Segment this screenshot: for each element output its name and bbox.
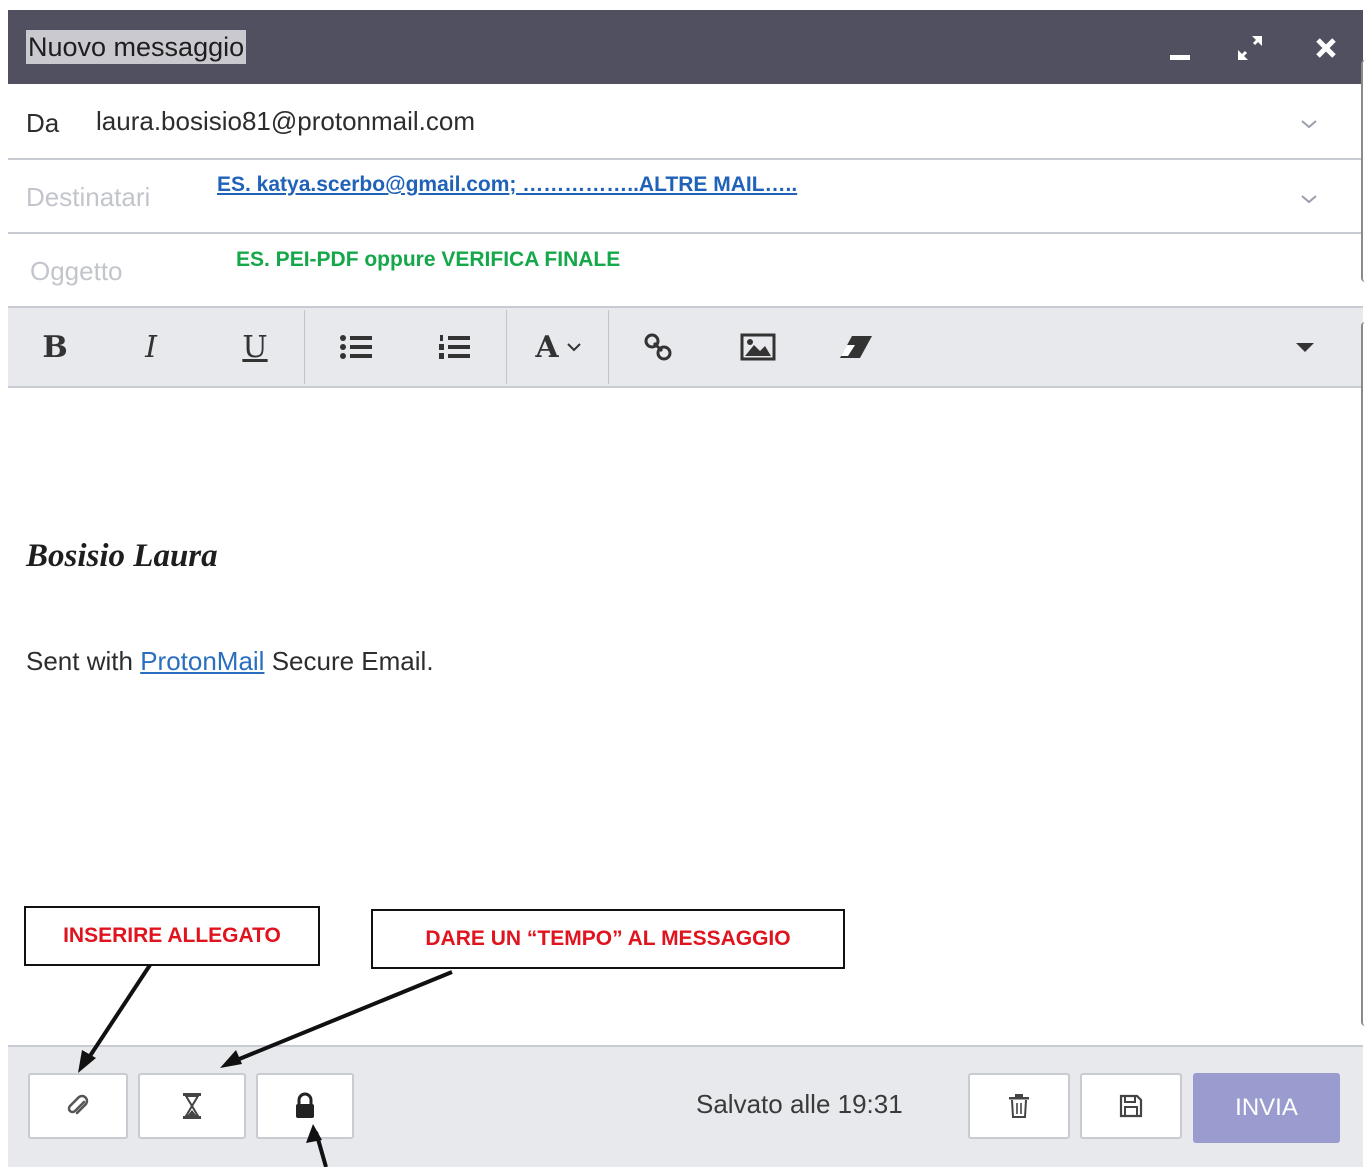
recipients-row[interactable]: Destinatari ES. katya.scerbo@gmail.com; … (8, 160, 1363, 234)
minimize-button[interactable] (1160, 28, 1200, 68)
underline-button[interactable]: U (230, 308, 280, 386)
bold-label: B (42, 329, 68, 365)
minimize-icon (1170, 55, 1190, 60)
composer-footer: Salvato alle 19:31 INVIA (8, 1045, 1363, 1167)
signature-footer: Sent with ProtonMail Secure Email. (26, 646, 434, 677)
expiration-button[interactable] (138, 1073, 246, 1139)
underline-label: U (242, 329, 268, 365)
save-draft-button[interactable] (1080, 1073, 1182, 1139)
timer-callout: DARE UN “TEMPO” AL MESSAGGIO (371, 909, 845, 969)
attachment-callout: INSERIRE ALLEGATO (24, 906, 320, 966)
italic-button[interactable]: I (126, 308, 176, 386)
title-bar: Nuovo messaggio (8, 10, 1363, 84)
image-button[interactable] (736, 308, 780, 386)
font-button[interactable]: A (524, 308, 594, 386)
sent-prefix: Sent with (26, 646, 133, 676)
caret-down-icon (1296, 343, 1314, 352)
from-label: Da (26, 108, 60, 138)
eraser-icon (840, 336, 872, 358)
expand-button[interactable] (1230, 28, 1270, 68)
chevron-down-icon[interactable] (1299, 192, 1319, 206)
close-button[interactable] (1306, 28, 1346, 68)
more-options-button[interactable] (1280, 308, 1330, 386)
delete-draft-button[interactable] (968, 1073, 1070, 1139)
protonmail-link[interactable]: ProtonMail (140, 646, 264, 676)
window-title: Nuovo messaggio (26, 30, 247, 64)
encryption-button[interactable] (256, 1073, 354, 1139)
attachment-button[interactable] (28, 1073, 128, 1139)
clear-formatting-button[interactable] (834, 308, 878, 386)
toolbar-divider (304, 310, 305, 384)
recipients-annotation: ES. katya.scerbo@gmail.com; ……………..ALTRE… (217, 173, 798, 196)
image-icon (740, 333, 776, 361)
close-icon (1316, 38, 1336, 58)
toolbar-divider (608, 310, 609, 384)
floppy-disk-icon (1119, 1094, 1143, 1118)
chevron-down-icon[interactable] (1299, 117, 1319, 131)
subject-row[interactable]: Oggetto ES. PEI-PDF oppure VERIFICA FINA… (8, 234, 1363, 308)
subject-annotation: ES. PEI-PDF oppure VERIFICA FINALE (236, 248, 621, 271)
composer-window: Nuovo messaggio Da laura.bosisio81@proto… (8, 10, 1363, 1167)
scrollbar-lower[interactable] (1361, 322, 1371, 1026)
recipients-placeholder: Destinatari (26, 182, 151, 212)
from-row[interactable]: Da laura.bosisio81@protonmail.com (8, 84, 1363, 160)
hourglass-icon (183, 1093, 201, 1119)
scrollbar-upper[interactable] (1361, 60, 1371, 282)
bold-button[interactable]: B (30, 308, 80, 386)
italic-label: I (145, 329, 157, 365)
paperclip-icon (67, 1094, 89, 1115)
formatting-toolbar: B I U A (8, 308, 1363, 388)
font-label: A (535, 329, 559, 365)
trash-icon (1009, 1094, 1029, 1118)
lock-icon (296, 1092, 314, 1118)
numbered-list-icon (439, 335, 470, 359)
bullet-list-icon (340, 335, 372, 359)
expand-icon (1237, 35, 1263, 61)
toolbar-divider (506, 310, 507, 384)
chevron-down-icon (566, 343, 581, 352)
saved-status: Salvato alle 19:31 (696, 1089, 903, 1119)
send-button[interactable]: INVIA (1193, 1073, 1340, 1143)
link-button[interactable] (636, 308, 680, 386)
subject-placeholder: Oggetto (30, 256, 123, 286)
numbered-list-button[interactable] (432, 308, 476, 386)
from-address: laura.bosisio81@protonmail.com (96, 106, 476, 136)
link-icon (644, 333, 672, 361)
bullet-list-button[interactable] (334, 308, 378, 386)
sent-suffix: Secure Email. (271, 646, 434, 676)
signature-name: Bosisio Laura (26, 538, 218, 574)
